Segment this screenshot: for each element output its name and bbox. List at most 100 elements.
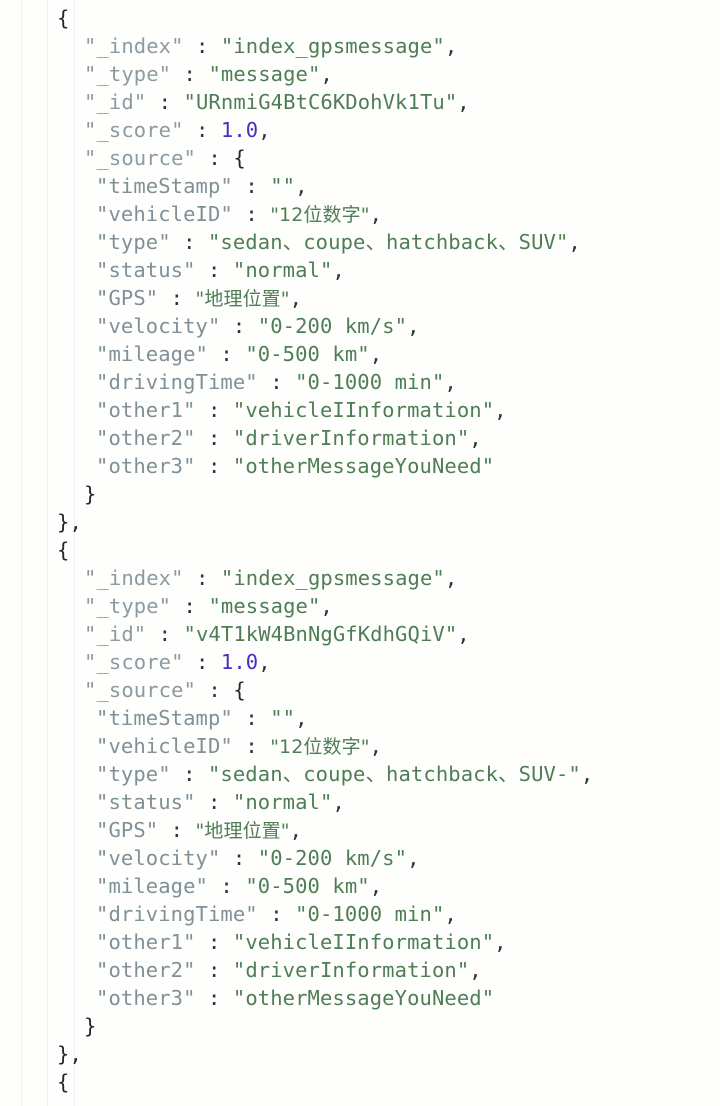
json-comma: , xyxy=(320,62,333,86)
json-value: 1.0 xyxy=(220,118,259,142)
json-comma: , xyxy=(457,622,470,646)
json-comma: , xyxy=(444,370,457,394)
json-line: "other2" : "driverInformation", xyxy=(0,424,720,452)
json-brace: } xyxy=(84,482,97,506)
json-line: "drivingTime" : "0-1000 min", xyxy=(0,368,720,396)
json-key: "status" xyxy=(96,790,196,814)
json-colon: : xyxy=(171,594,209,618)
json-key: "type" xyxy=(96,762,171,786)
json-line: "mileage" : "0-500 km", xyxy=(0,872,720,900)
json-colon: : xyxy=(232,734,271,758)
json-comma: , xyxy=(494,930,507,954)
json-colon: : xyxy=(195,958,233,982)
json-comma: , xyxy=(469,426,482,450)
json-value: { xyxy=(233,146,246,170)
json-line: "velocity" : "0-200 km/s", xyxy=(0,844,720,872)
json-key: "vehicleID" xyxy=(96,734,233,758)
json-object-open: { xyxy=(0,536,720,564)
json-comma: , xyxy=(369,734,383,758)
json-key: "_index" xyxy=(84,34,184,58)
json-value: 1.0 xyxy=(220,650,259,674)
json-value: "URnmiG4BtC6KDohVk1Tu" xyxy=(183,90,458,114)
json-key: "other2" xyxy=(96,426,196,450)
json-comma: , xyxy=(580,762,594,786)
json-value: "sedan、coupe、hatchback、SUV" xyxy=(207,230,569,254)
json-key: "GPS" xyxy=(96,818,159,842)
json-comma: , xyxy=(332,258,345,282)
json-line: "drivingTime" : "0-1000 min", xyxy=(0,900,720,928)
json-source-close: } xyxy=(0,1012,720,1040)
json-comma: , xyxy=(457,90,470,114)
json-value: "vehicleIInformation" xyxy=(232,398,495,422)
json-value: "index_gpsmessage" xyxy=(220,34,445,58)
json-comma: , xyxy=(444,566,458,590)
json-value: "0-200 km/s" xyxy=(257,314,408,338)
json-source-close: } xyxy=(0,480,720,508)
json-line: "_index" : "index_gpsmessage", xyxy=(0,32,720,60)
json-colon: : xyxy=(171,62,209,86)
json-line: "_id" : "URnmiG4BtC6KDohVk1Tu", xyxy=(0,88,720,116)
json-key: "drivingTime" xyxy=(96,902,258,926)
json-line: "other1" : "vehicleIInformation", xyxy=(0,928,720,956)
json-value: "" xyxy=(270,706,296,730)
json-comma: , xyxy=(494,398,507,422)
json-line: "other3" : "otherMessageYouNeed" xyxy=(0,452,720,480)
json-key: "other1" xyxy=(96,398,196,422)
json-next-object-open: { xyxy=(0,1068,720,1096)
json-colon: : xyxy=(195,986,233,1010)
json-comma: , xyxy=(444,34,458,58)
json-value: "otherMessageYouNeed" xyxy=(232,986,495,1010)
json-comma: , xyxy=(289,286,303,310)
json-line: "status" : "normal", xyxy=(0,788,720,816)
json-value: "index_gpsmessage" xyxy=(220,566,445,590)
json-line: "_score" : 1.0, xyxy=(0,116,720,144)
json-comma: , xyxy=(407,846,420,870)
json-brace: }, xyxy=(57,510,82,534)
json-line: "velocity" : "0-200 km/s", xyxy=(0,312,720,340)
json-value: "sedan、coupe、hatchback、SUV-" xyxy=(207,762,581,786)
json-value: "0-500 km" xyxy=(245,342,370,366)
json-key: "_score" xyxy=(84,118,184,142)
json-line: "vehicleID" : "12位数字", xyxy=(0,732,720,760)
json-colon: : xyxy=(257,370,296,394)
json-colon: : xyxy=(232,202,271,226)
json-colon: : xyxy=(183,34,221,58)
json-value: "otherMessageYouNeed" xyxy=(232,454,495,478)
json-key: "_type" xyxy=(84,594,172,618)
json-key: "_id" xyxy=(84,90,147,114)
code-content: {"_index" : "index_gpsmessage", "_type" :… xyxy=(0,0,720,1096)
json-line: "mileage" : "0-500 km", xyxy=(0,340,720,368)
json-key: "drivingTime" xyxy=(96,370,258,394)
json-value: "0-200 km/s" xyxy=(257,846,408,870)
json-key: "other2" xyxy=(96,958,196,982)
json-brace: { xyxy=(57,1070,70,1094)
json-brace: { xyxy=(57,538,70,562)
json-key: "_index" xyxy=(84,566,184,590)
json-line: "timeStamp" : "", xyxy=(0,172,720,200)
json-colon: : xyxy=(195,146,234,170)
json-result-viewer[interactable]: {"_index" : "index_gpsmessage", "_type" :… xyxy=(0,0,720,1106)
json-comma: , xyxy=(258,650,271,674)
json-line: "timeStamp" : "", xyxy=(0,704,720,732)
json-value: "driverInformation" xyxy=(232,958,470,982)
json-comma: , xyxy=(295,706,308,730)
json-value: { xyxy=(233,678,246,702)
json-colon: : xyxy=(195,258,233,282)
json-comma: , xyxy=(295,174,308,198)
json-brace: }, xyxy=(57,1042,82,1066)
json-line: "_index" : "index_gpsmessage", xyxy=(0,564,720,592)
json-colon: : xyxy=(183,566,221,590)
json-object-close: }, xyxy=(0,1040,720,1068)
json-colon: : xyxy=(195,930,233,954)
json-value: "0-500 km" xyxy=(245,874,370,898)
json-key: "_type" xyxy=(84,62,172,86)
json-colon: : xyxy=(195,454,233,478)
json-line: "other2" : "driverInformation", xyxy=(0,956,720,984)
json-colon: : xyxy=(170,230,208,254)
json-comma: , xyxy=(407,314,420,338)
json-colon: : xyxy=(207,874,246,898)
json-key: "other3" xyxy=(96,986,196,1010)
json-key: "velocity" xyxy=(96,314,221,338)
json-comma: , xyxy=(289,818,303,842)
json-key: "_source" xyxy=(84,146,196,170)
